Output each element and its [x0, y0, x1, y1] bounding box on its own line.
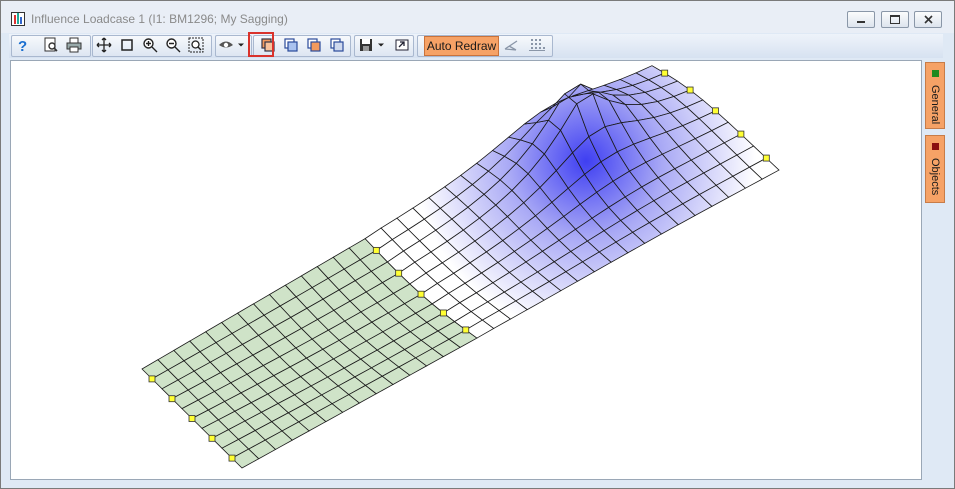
- zoom-in-icon: [143, 38, 158, 53]
- app-icon: [11, 12, 25, 26]
- grid-button[interactable]: [528, 36, 546, 54]
- support-node[interactable]: [228, 454, 236, 462]
- display-mode-2-icon: [284, 38, 298, 52]
- maximize-button[interactable]: [881, 11, 909, 28]
- print-button[interactable]: [65, 36, 83, 54]
- support-node[interactable]: [148, 375, 156, 383]
- support-node[interactable]: [712, 107, 719, 115]
- support-node[interactable]: [208, 434, 216, 442]
- zoom-extents-button[interactable]: [187, 36, 205, 54]
- display-mode-2-button[interactable]: [282, 36, 300, 54]
- select-rectangle-icon: [121, 39, 133, 51]
- support-node[interactable]: [395, 269, 403, 277]
- zoom-in-button[interactable]: [141, 36, 159, 54]
- tab-objects[interactable]: Objects: [925, 135, 945, 203]
- influence-surface-mesh: [141, 65, 780, 469]
- support-node[interactable]: [168, 395, 176, 403]
- tab-general[interactable]: General: [925, 62, 945, 129]
- general-tab-marker: [932, 70, 939, 77]
- svg-text:?: ?: [18, 38, 27, 53]
- support-node[interactable]: [686, 86, 694, 94]
- objects-tab-marker: [932, 143, 939, 150]
- influence-loadcase-window: Influence Loadcase 1 (I1: BM1296; My Sag…: [0, 0, 955, 489]
- active-tool-highlight: [248, 32, 274, 57]
- tab-objects-label: Objects: [929, 158, 941, 196]
- tab-general-label: General: [929, 85, 941, 125]
- copy-view-button[interactable]: [393, 36, 411, 54]
- lasso-icon: [504, 40, 518, 51]
- maximize-icon: [890, 15, 900, 24]
- support-node[interactable]: [737, 130, 745, 138]
- display-mode-3-icon: [307, 38, 321, 52]
- select-rectangle-button[interactable]: [118, 36, 136, 54]
- minimize-button[interactable]: [847, 11, 875, 28]
- chevron-down-icon: [378, 43, 384, 47]
- pan-button[interactable]: [95, 36, 113, 54]
- lasso-button[interactable]: [502, 36, 520, 54]
- support-node[interactable]: [188, 415, 196, 422]
- print-icon: [66, 37, 82, 53]
- minimize-icon: [857, 21, 865, 23]
- save-icon: [360, 39, 372, 51]
- support-node[interactable]: [462, 326, 470, 334]
- view-eye-icon: [219, 41, 233, 48]
- pan-icon: [96, 37, 112, 53]
- window-title: Influence Loadcase 1 (I1: BM1296; My Sag…: [31, 12, 288, 26]
- influence-surface-viewport[interactable]: [10, 60, 922, 480]
- support-node[interactable]: [439, 309, 447, 317]
- save-dropdown[interactable]: [375, 36, 387, 54]
- display-mode-3-button[interactable]: [305, 36, 323, 54]
- print-preview-button[interactable]: [42, 36, 60, 54]
- grid-icon: [529, 39, 545, 51]
- title-bar[interactable]: Influence Loadcase 1 (I1: BM1296; My Sag…: [1, 1, 954, 33]
- support-node[interactable]: [762, 154, 770, 162]
- print-preview-icon: [44, 37, 58, 52]
- display-mode-4-button[interactable]: [328, 36, 346, 54]
- help-button[interactable]: ?: [14, 36, 32, 54]
- chevron-down-icon: [238, 43, 244, 47]
- zoom-out-icon: [166, 38, 181, 53]
- zoom-extents-icon: [188, 37, 204, 53]
- close-icon: [923, 15, 933, 24]
- support-node[interactable]: [417, 290, 425, 298]
- support-node[interactable]: [661, 69, 669, 77]
- save-button[interactable]: [357, 36, 375, 54]
- copy-view-icon: [395, 39, 409, 51]
- close-button[interactable]: [914, 11, 942, 28]
- display-mode-4-icon: [330, 38, 344, 52]
- toolbar: ? Auto Redraw: [9, 34, 943, 58]
- support-node[interactable]: [372, 246, 380, 254]
- view-button[interactable]: [217, 36, 235, 54]
- help-icon: ?: [18, 38, 27, 53]
- view-dropdown[interactable]: [235, 36, 247, 54]
- auto-redraw-button[interactable]: Auto Redraw: [424, 36, 499, 56]
- zoom-out-button[interactable]: [164, 36, 182, 54]
